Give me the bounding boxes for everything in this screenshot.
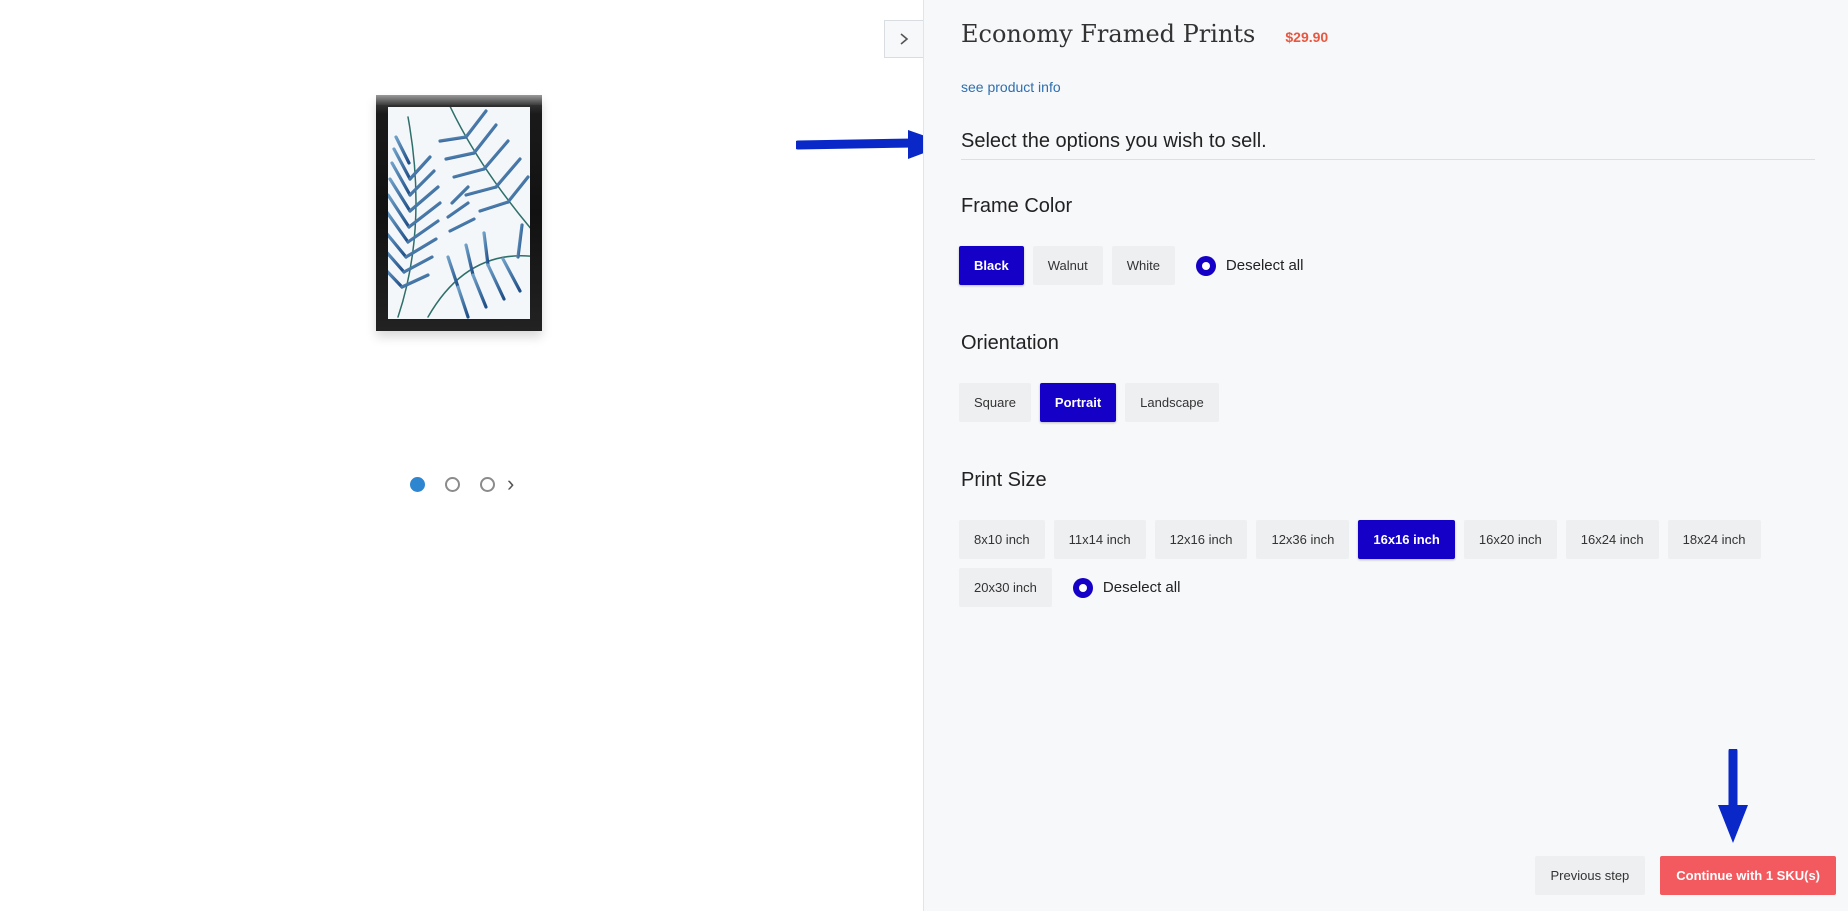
chevron-right-icon[interactable]: ›	[507, 473, 514, 495]
option-frame-walnut[interactable]: Walnut	[1032, 246, 1103, 285]
radio-icon	[1072, 577, 1093, 598]
carousel-dot-3[interactable]	[480, 476, 495, 492]
print-size-deselect-all[interactable]: Deselect all	[1072, 577, 1181, 598]
continue-button[interactable]: Continue with 1 SKU(s)	[1660, 856, 1836, 895]
radio-icon	[1195, 255, 1216, 276]
carousel-dot-1[interactable]	[410, 476, 425, 492]
print-size-options: 8x10 inch 11x14 inch 12x16 inch 12x36 in…	[959, 520, 1839, 607]
orientation-label: Orientation	[961, 332, 1059, 354]
framed-print-preview	[376, 95, 542, 331]
option-size-20x30[interactable]: 20x30 inch	[959, 568, 1052, 607]
carousel-pagination: ›	[410, 473, 514, 495]
option-size-12x16[interactable]: 12x16 inch	[1154, 520, 1248, 559]
option-orientation-landscape[interactable]: Landscape	[1125, 383, 1219, 422]
product-title: Economy Framed Prints	[961, 20, 1256, 48]
annotation-arrow-down-icon	[1718, 749, 1748, 843]
option-size-8x10[interactable]: 8x10 inch	[959, 520, 1045, 559]
option-size-18x24[interactable]: 18x24 inch	[1667, 520, 1761, 559]
frame-color-options: Black Walnut White Deselect all	[959, 246, 1839, 285]
footer-actions: Previous step Continue with 1 SKU(s)	[1534, 856, 1836, 895]
frame-color-label: Frame Color	[961, 195, 1073, 217]
option-frame-white[interactable]: White	[1111, 246, 1175, 285]
carousel-dot-2[interactable]	[445, 476, 460, 492]
divider	[961, 159, 1815, 160]
option-orientation-square[interactable]: Square	[959, 383, 1031, 422]
previous-step-button[interactable]: Previous step	[1534, 856, 1646, 895]
options-instructions: Select the options you wish to sell.	[961, 130, 1267, 152]
options-panel: Economy Framed Prints $29.90 see product…	[923, 0, 1848, 911]
product-preview-pane: ›	[0, 0, 948, 911]
option-size-11x14[interactable]: 11x14 inch	[1053, 520, 1146, 559]
collapse-panel-button[interactable]	[884, 20, 923, 58]
frame-color-deselect-all[interactable]: Deselect all	[1195, 255, 1304, 276]
print-size-label: Print Size	[961, 469, 1047, 491]
option-size-16x20[interactable]: 16x20 inch	[1463, 520, 1557, 559]
product-price: $29.90	[1285, 29, 1329, 45]
chevron-right-icon	[900, 33, 909, 45]
see-product-info-link[interactable]: see product info	[961, 79, 1061, 95]
option-frame-black[interactable]: Black	[959, 246, 1024, 285]
deselect-all-label: Deselect all	[1102, 579, 1181, 596]
orientation-options: Square Portrait Landscape	[959, 383, 1839, 422]
option-orientation-portrait[interactable]: Portrait	[1039, 383, 1117, 422]
option-size-12x36[interactable]: 12x36 inch	[1256, 520, 1350, 559]
option-size-16x24[interactable]: 16x24 inch	[1565, 520, 1659, 559]
deselect-all-label: Deselect all	[1225, 257, 1304, 274]
product-header: Economy Framed Prints $29.90	[961, 20, 1328, 48]
option-size-16x16[interactable]: 16x16 inch	[1358, 520, 1455, 559]
palm-leaf-artwork	[388, 107, 530, 319]
